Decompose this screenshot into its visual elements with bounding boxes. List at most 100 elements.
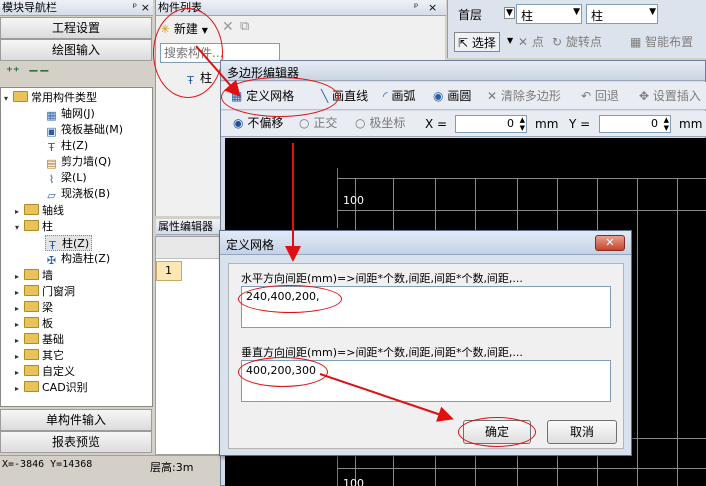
tree-node-axis[interactable]: ▸ 轴线 (15, 203, 64, 219)
spinner-icon[interactable]: ▲ ▼ (520, 116, 525, 132)
close-icon[interactable]: × (428, 0, 437, 15)
insert-point-icon: ✥ (639, 89, 650, 103)
define-grid-dialog-title-bar: 定义网格 ✕ (220, 231, 631, 255)
pin-icon[interactable]: ᵖ (414, 0, 418, 15)
highlight-ellipse-define-grid (221, 77, 339, 117)
set-insert-button[interactable]: ✥ 设置插入 (639, 86, 701, 106)
x-unit: mm (535, 117, 559, 131)
column-icon: Ŧ (48, 141, 55, 154)
beam-icon: ⌇ (48, 173, 55, 186)
highlight-ellipse-horizontal (238, 285, 342, 313)
tree-item-raft-foundation[interactable]: ▣ 筏板基础(M) (45, 122, 123, 138)
tree-item-column[interactable]: Ŧ 柱(Z) (45, 138, 88, 154)
x-coordinate-input[interactable]: 0 ▲ ▼ (455, 115, 527, 133)
tree-node-beam[interactable]: ▸ 梁 (15, 300, 53, 316)
dialog-close-button[interactable]: ✕ (595, 235, 625, 251)
highlight-ellipse-new (153, 8, 223, 98)
cancel-button[interactable]: 取消 (547, 420, 617, 444)
tree-node-common-types[interactable]: ▾ 常用构件类型 (4, 90, 97, 106)
drawing-input-button[interactable]: 绘图输入 (0, 39, 152, 61)
draw-arc-button[interactable]: ◜ 画弧 (383, 86, 416, 106)
define-grid-dialog-title: 定义网格 (226, 238, 275, 252)
tree-node-cad-recognition[interactable]: ▸ CAD识别 (15, 380, 88, 396)
tree-item-constructional-column[interactable]: ✠ 构造柱(Z) (45, 251, 110, 267)
folder-icon (24, 333, 39, 344)
x-coordinate-label: X = (425, 117, 448, 131)
component-name-select[interactable]: 柱 ▼ (586, 4, 658, 24)
module-nav-panel: 模块导航栏 ᵖ × 工程设置 绘图输入 ⁺⁺ −− ▾ 常用构件类型 ▦ 轴网(J)… (0, 0, 153, 486)
undo-icon: ↶ (581, 89, 592, 103)
folder-open-icon (24, 220, 39, 231)
single-component-input-button[interactable]: 单构件输入 (0, 409, 152, 431)
select-button[interactable]: ⇱ 选择 (454, 32, 500, 52)
orthogonal-radio[interactable]: ○ 正交 (299, 113, 337, 133)
property-editor-title: 属性编辑器 (158, 220, 213, 233)
chevron-down-icon: ▼ (573, 7, 580, 17)
radio-selected-icon: ◉ (233, 116, 244, 130)
folder-icon (13, 91, 28, 102)
tree-node-custom[interactable]: ▸ 自定义 (15, 364, 75, 380)
cursor-coordinates: X=-3846 Y=14368 (2, 459, 93, 470)
floor-height: 层高:3m (150, 461, 194, 474)
chevron-down-icon: ▼ (504, 7, 515, 19)
property-row-number: 1 (156, 261, 182, 281)
tree-item-column-selected[interactable]: Ŧ 柱(Z) (45, 235, 93, 252)
grid-line (637, 178, 638, 486)
collapse-all-icon[interactable]: −− (28, 64, 50, 79)
clear-icon: ✕ (487, 89, 498, 103)
clear-polygon-button[interactable]: ✕ 清除多边形 (487, 86, 561, 106)
tree-node-other[interactable]: ▸ 其它 (15, 348, 64, 364)
folder-icon (24, 285, 39, 296)
slab-icon: ▱ (47, 189, 56, 202)
folder-icon (24, 317, 39, 328)
folder-icon (24, 269, 39, 280)
circle-icon: ◉ (433, 89, 444, 103)
dimension-label: 100 (343, 194, 364, 207)
property-row-header (156, 237, 224, 259)
tree-node-slab[interactable]: ▸ 板 (15, 316, 53, 332)
smart-layout-icon: ▦ (630, 35, 642, 49)
tree-node-column[interactable]: ▾ 柱 (15, 219, 53, 235)
component-type-select[interactable]: 柱 ▼ (516, 4, 582, 24)
smart-layout-button[interactable]: ▦ 智能布置 (630, 32, 693, 52)
tree-node-foundation[interactable]: ▸ 基础 (15, 332, 64, 348)
floor-select[interactable]: 首层 ▼ (454, 4, 515, 24)
highlight-ellipse-ok (458, 417, 536, 447)
chevron-down-icon: ▼ (649, 7, 656, 17)
main-toolbar: 首层 ▼ 柱 ▼ 柱 ▼ ⇱ 选择 ▼ ✕ 点 ↻ 旋转点 ▦ 智能布置 (447, 0, 706, 58)
spinner-icon[interactable]: ▲ ▼ (664, 116, 669, 132)
property-editor-title-bar: 属性编辑器 (156, 219, 226, 235)
y-unit: mm (679, 117, 703, 131)
cursor-arrow-icon: ⇱ (458, 36, 469, 50)
rotate-point-button[interactable]: ↻ 旋转点 (552, 32, 602, 52)
project-settings-button[interactable]: 工程设置 (0, 17, 152, 39)
draw-circle-button[interactable]: ◉ 画圆 (433, 86, 471, 106)
chevron-down-icon[interactable]: ▼ (507, 36, 513, 45)
folder-icon (24, 349, 39, 360)
property-editor-body: 1 (155, 236, 225, 455)
tree-item-shear-wall[interactable]: ▤ 剪力墙(Q) (45, 154, 111, 170)
close-icon[interactable]: × (141, 0, 150, 15)
tree-node-wall[interactable]: ▸ 墙 (15, 268, 53, 284)
tree-toolbar: ⁺⁺ −− (0, 62, 153, 86)
delete-icon[interactable]: ✕ (222, 19, 234, 35)
tree-item-axis-grid[interactable]: ▦ 轴网(J) (45, 106, 95, 122)
report-preview-button[interactable]: 报表预览 (0, 431, 152, 453)
polar-radio[interactable]: ○ 极坐标 (355, 113, 405, 133)
module-nav-title-bar: 模块导航栏 ᵖ × (0, 0, 153, 16)
pin-icon[interactable]: ᵖ (133, 0, 137, 15)
tree-node-door-window[interactable]: ▸ 门窗洞 (15, 284, 75, 300)
folder-icon (24, 204, 39, 215)
copy-icon[interactable]: ⧉ (240, 19, 249, 34)
point-cross-icon: ✕ (518, 35, 529, 49)
undo-button[interactable]: ↶ 回退 (581, 86, 619, 106)
y-coordinate-input[interactable]: 0 ▲ ▼ (599, 115, 671, 133)
dimension-label: 100 (343, 477, 364, 486)
tree-item-slab[interactable]: ▱ 现浇板(B) (45, 186, 110, 202)
point-button[interactable]: ✕ 点 (518, 32, 544, 52)
expand-all-icon[interactable]: ⁺⁺ (6, 65, 20, 80)
component-tree: ▾ 常用构件类型 ▦ 轴网(J) ▣ 筏板基础(M) Ŧ 柱(Z) ▤ 剪力墙(Q) ⌇ 梁… (0, 87, 153, 407)
tree-item-beam[interactable]: ⌇ 梁(L) (45, 170, 87, 186)
radio-icon: ○ (355, 116, 366, 130)
y-coordinate-label: Y = (569, 117, 591, 131)
